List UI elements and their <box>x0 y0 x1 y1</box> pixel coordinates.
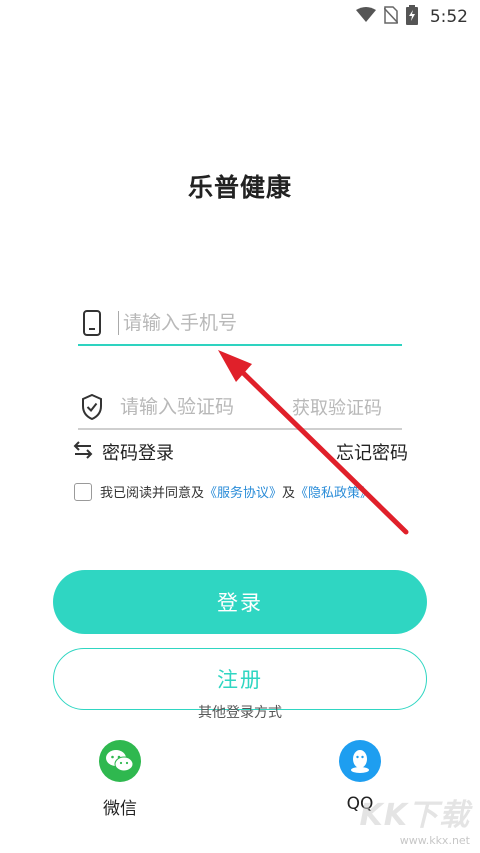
wifi-icon <box>355 7 376 27</box>
agreement-text: 我已阅读并同意及 <box>100 486 205 501</box>
privacy-policy-link[interactable]: 《隐私政策》 <box>295 482 373 501</box>
verification-code-field[interactable]: 获取验证码 <box>78 386 402 430</box>
text-cursor <box>118 311 119 335</box>
agreement-row: 我已阅读并同意及 《服务协议》 及 《隐私政策》 <box>74 482 414 501</box>
status-time: 5:52 <box>429 7 468 27</box>
battery-charging-icon <box>405 5 418 29</box>
agreement-checkbox[interactable] <box>74 482 92 501</box>
password-login-link[interactable]: 密码登录 <box>72 439 174 466</box>
watermark-url: www.kkx.net <box>399 834 470 847</box>
other-login-label: 其他登录方式 <box>198 705 282 718</box>
service-agreement-link[interactable]: 《服务协议》 <box>204 482 282 501</box>
wechat-label: 微信 <box>103 799 137 819</box>
password-login-label: 密码登录 <box>102 443 174 464</box>
agreement-and-text: 及 <box>282 486 296 501</box>
verification-code-input[interactable] <box>118 395 272 419</box>
wechat-login-button[interactable]: 微信 <box>80 740 160 819</box>
watermark: KK下载 www.kkx.net <box>360 790 471 847</box>
login-options-row: 密码登录 忘记密码 <box>72 438 408 466</box>
forgot-password-link[interactable]: 忘记密码 <box>336 439 408 465</box>
phone-input[interactable] <box>121 311 402 335</box>
app-title: 乐普健康 <box>187 173 292 202</box>
phone-icon <box>78 310 106 336</box>
register-button[interactable]: 注册 <box>53 648 427 710</box>
phone-field[interactable] <box>78 302 402 346</box>
swap-arrows-icon <box>72 439 94 466</box>
no-sim-icon <box>383 6 399 28</box>
status-bar: 5:52 <box>0 0 480 34</box>
login-button[interactable]: 登录 <box>53 570 427 634</box>
get-code-button[interactable]: 获取验证码 <box>292 394 402 420</box>
wechat-icon <box>99 740 141 782</box>
shield-check-icon <box>78 394 106 420</box>
qq-icon <box>339 740 381 782</box>
watermark-logo: KK下载 <box>359 798 470 833</box>
